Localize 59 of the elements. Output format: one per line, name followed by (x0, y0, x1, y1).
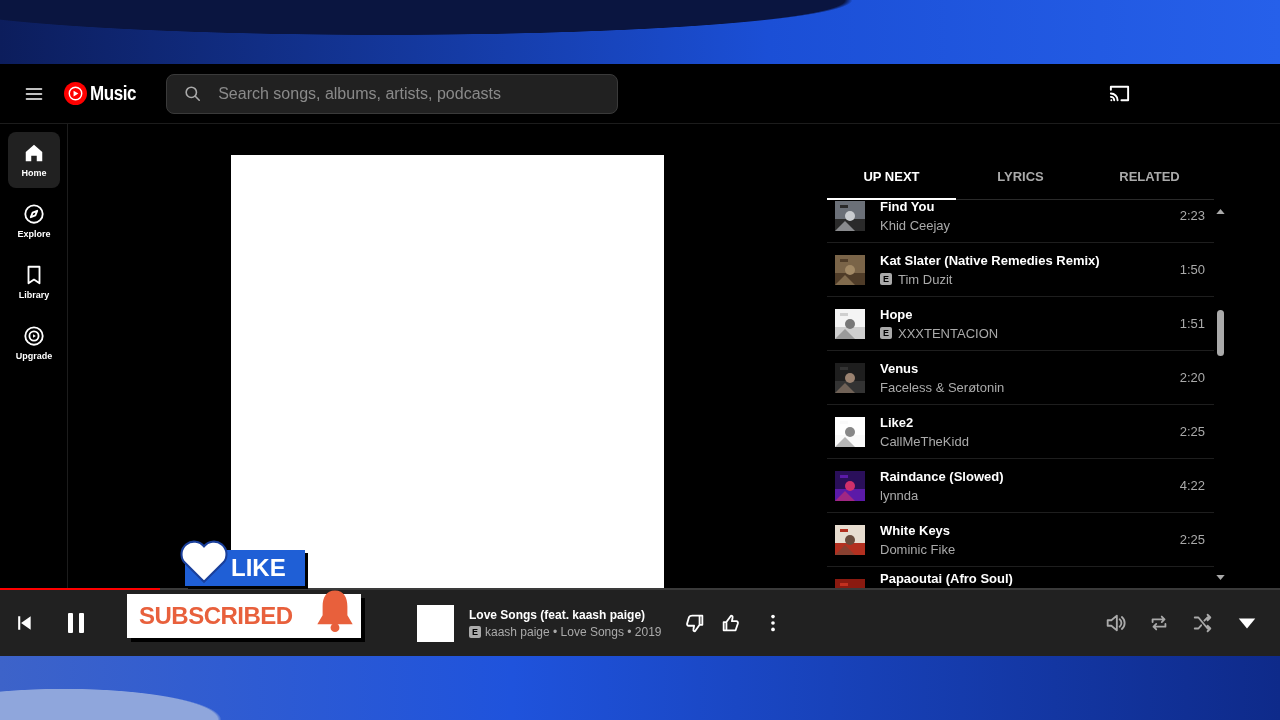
sidebar-item[interactable]: Upgrade (8, 315, 60, 371)
artist-name: CallMeTheKidd (880, 433, 969, 449)
search-field[interactable]: Search songs, albums, artists, podcasts (216, 83, 618, 104)
upgrade-icon (23, 325, 45, 347)
duration: 2:25 (1179, 532, 1205, 547)
song-title: Hope (880, 306, 914, 322)
duration: 2:20 (1179, 370, 1205, 385)
artist-name: Tim Duzit (898, 271, 953, 287)
shuffle-icon[interactable] (1192, 612, 1214, 634)
track-subtitle[interactable]: kaash paige • Love Songs • 2019 (485, 624, 662, 639)
song-title: Kat Slater (Native Remedies Remix) (880, 252, 1101, 268)
explicit-badge: E (469, 625, 481, 638)
song-title: Raindance (Slowed) (880, 468, 1005, 484)
song-title: Like2 (880, 414, 915, 430)
tab[interactable]: RELATED (1085, 155, 1214, 200)
track-thumbnail (417, 604, 454, 642)
heart-icon (179, 538, 229, 584)
track-title[interactable]: Love Songs (feat. kaash paige) (469, 607, 662, 622)
logo-icon (64, 82, 87, 105)
home-icon (23, 142, 45, 164)
queue-row[interactable]: Raindance (Slowed) lynnda 4:22 (827, 459, 1214, 513)
subscribed-label: SUBSCRIBED (139, 602, 293, 630)
explore-icon (23, 203, 45, 225)
thumbs-down-icon[interactable] (683, 612, 706, 634)
duration: 1:50 (1179, 262, 1205, 277)
artist-name: Faceless & Serøtonin (880, 379, 1005, 395)
like-label: LIKE (231, 554, 286, 582)
logo-text: Music (90, 82, 137, 105)
queue-row[interactable]: Like2 CallMeTheKidd 2:25 (827, 405, 1214, 459)
sidebar-item[interactable]: Explore (8, 193, 60, 249)
duration: 4:22 (1179, 478, 1205, 493)
artist-name: Dominic Fike (880, 541, 956, 557)
sidebar-item[interactable]: Home (8, 132, 60, 188)
explicit-badge: E (880, 273, 892, 285)
scrollbar-thumb[interactable] (1216, 310, 1224, 356)
sidebar-item[interactable]: Library (8, 254, 60, 310)
duration: 1:51 (1179, 316, 1205, 331)
song-title: Find You (880, 200, 936, 214)
scroll-down-icon (1215, 575, 1225, 580)
queue-row[interactable]: White Keys Dominic Fike 2:25 (827, 513, 1214, 567)
artist-name: XXXTENTACION (898, 325, 999, 341)
tab[interactable]: LYRICS (956, 155, 1085, 200)
queue-row[interactable]: Find You Khid Ceejay 2:23 (827, 200, 1214, 243)
scroll-up-icon (1215, 209, 1225, 214)
queue-row[interactable]: Venus Faceless & Serøtonin 2:20 (827, 351, 1214, 405)
search-bar[interactable]: Search songs, albums, artists, podcasts (166, 73, 619, 114)
search-icon (183, 84, 203, 103)
tab[interactable]: UP NEXT (827, 155, 956, 200)
song-title: Papaoutai (Afro Soul) (880, 571, 1014, 586)
artist-name: lynnda (880, 487, 919, 503)
queue-row[interactable]: Hope E XXXTENTACION 1:51 (827, 297, 1214, 351)
explicit-badge: E (880, 327, 892, 339)
duration: 2:25 (1179, 424, 1205, 439)
duration: 2:23 (1179, 208, 1205, 223)
volume-icon[interactable] (1104, 612, 1126, 634)
song-title: White Keys (880, 522, 952, 538)
artist-name: Khid Ceejay (880, 217, 951, 233)
queue-row[interactable]: Kat Slater (Native Remedies Remix) E Tim Duzit 1:50 (827, 243, 1214, 297)
song-title: Venus (880, 360, 920, 376)
